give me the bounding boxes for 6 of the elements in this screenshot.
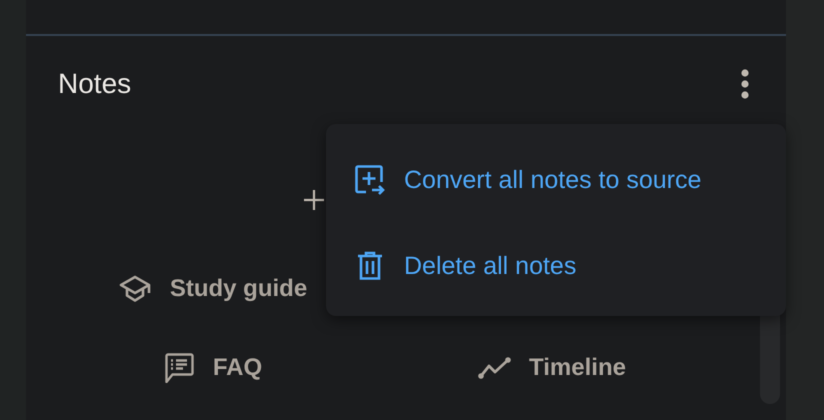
panel-title: Notes: [58, 68, 132, 100]
suggestion-chip[interactable]: Timeline: [478, 354, 626, 382]
suggestion-chip[interactable]: Study guide: [118, 275, 308, 303]
menu-item[interactable]: Convert all notes to source: [326, 146, 786, 214]
menu-item[interactable]: Delete all notes: [326, 226, 786, 306]
suggestion-chip[interactable]: FAQ: [164, 353, 262, 383]
